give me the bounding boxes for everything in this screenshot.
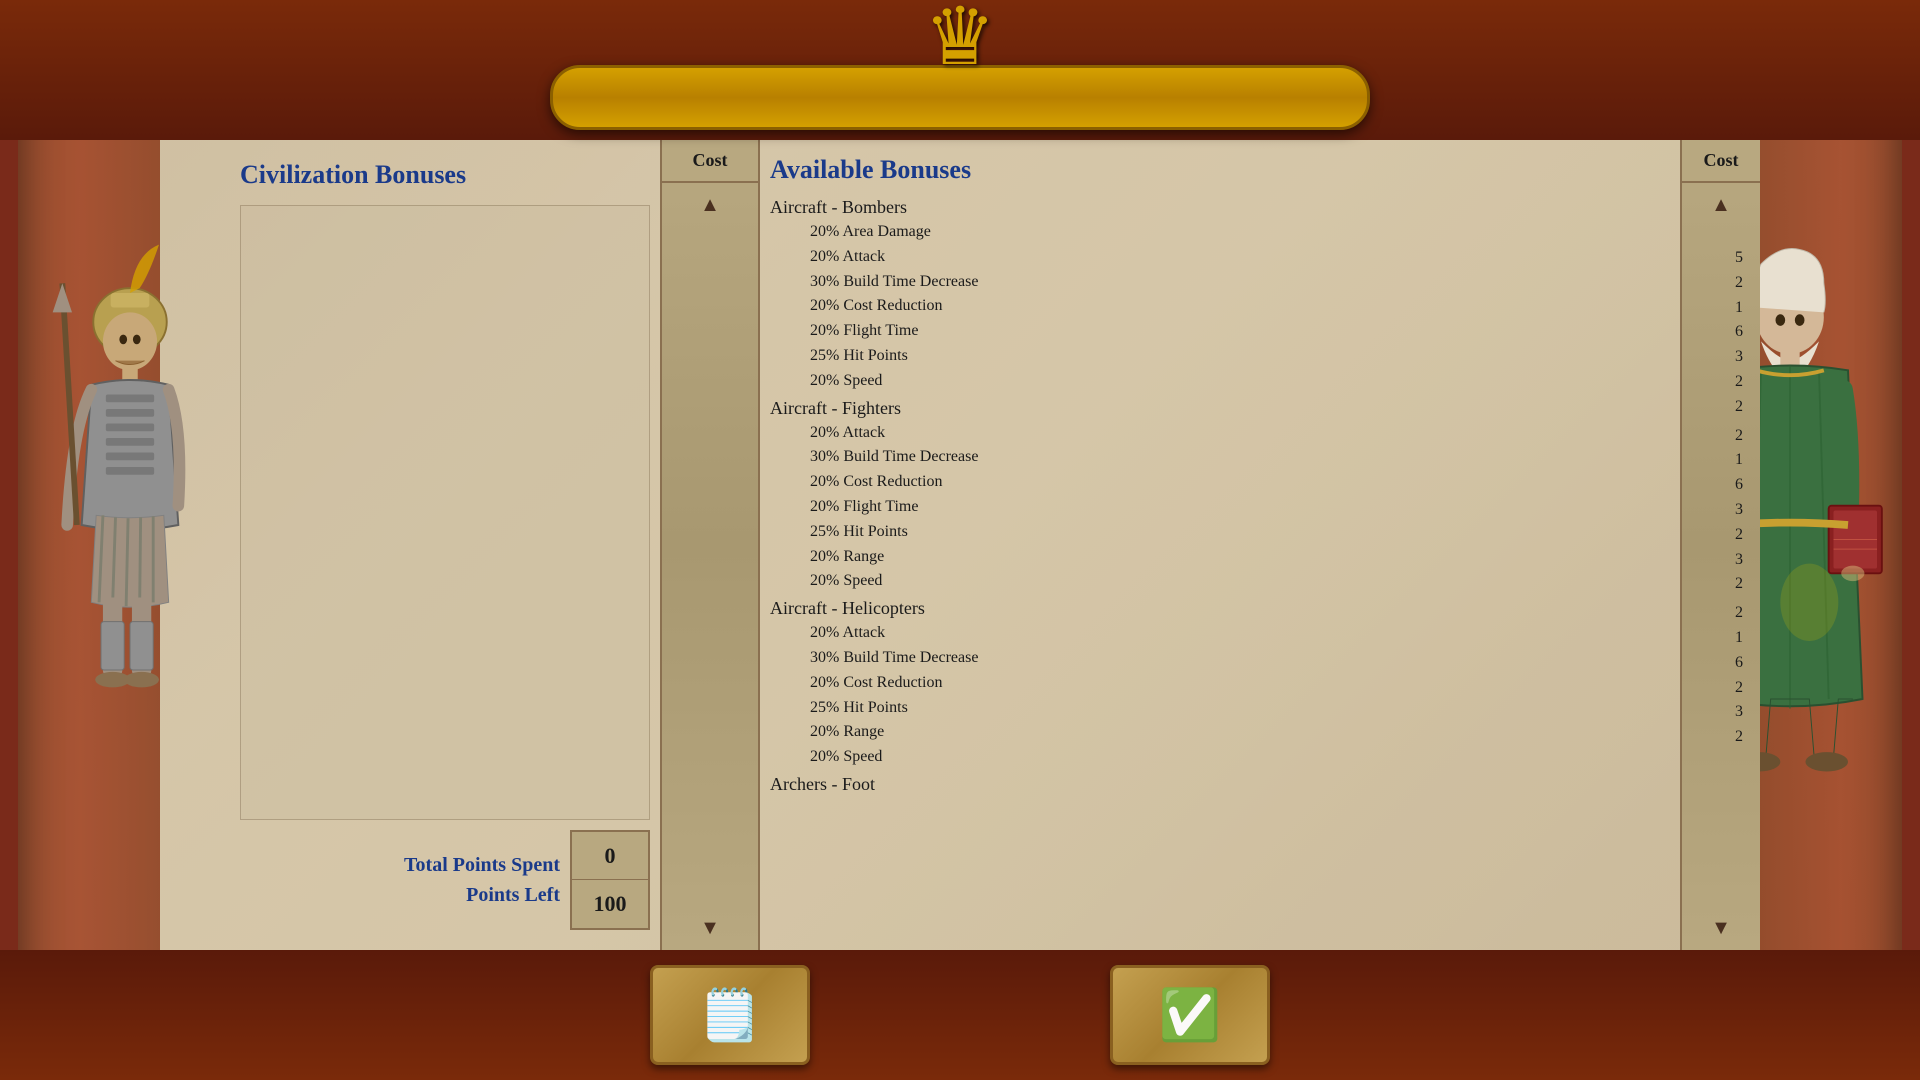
bonus-item[interactable]: 20% Attack [770,621,1670,646]
cancel-icon: 🗒️ [699,986,761,1045]
bonus-item[interactable]: 20% Attack [770,245,1670,270]
bonus-item[interactable]: 20% Cost Reduction [770,294,1670,319]
main-content: Civilization Bonuses Total Points Spent … [160,140,1760,950]
bottom-bar: 🗒️ ✅ [0,950,1920,1080]
bonus-item[interactable]: 25% Hit Points [770,696,1670,721]
bonus-item[interactable]: 20% Cost Reduction [770,671,1670,696]
bonus-category: Aircraft - Bombers20% Area Damage20% Att… [770,197,1670,394]
right-panel: Available Bonuses Aircraft - Bombers20% … [760,140,1760,950]
bonus-item[interactable]: 30% Build Time Decrease [770,270,1670,295]
cost-values-container: 52163222163232216232 [1682,227,1760,906]
cost-value: 2 [1687,370,1755,395]
bonus-item[interactable]: 20% Area Damage [770,220,1670,245]
cost-value: 2 [1687,676,1755,701]
cost-value: 2 [1687,424,1755,449]
category-name[interactable]: Archers - Foot [770,774,1670,795]
cost-value: 6 [1687,651,1755,676]
bonus-item[interactable]: 20% Speed [770,369,1670,394]
bonus-item[interactable]: 20% Cost Reduction [770,470,1670,495]
left-panel: Civilization Bonuses Total Points Spent … [160,140,660,950]
bonus-categories-container: Aircraft - Bombers20% Area Damage20% Att… [770,197,1670,795]
points-left-value: 100 [572,880,648,928]
bonus-item[interactable]: 20% Speed [770,745,1670,770]
top-bar: ♛ [0,0,1920,140]
cost-value: 1 [1687,296,1755,321]
cost-value: 5 [1687,246,1755,271]
middle-cost-panel: Cost ▲ ▼ [660,140,760,950]
bonus-item[interactable]: 20% Speed [770,569,1670,594]
points-values: 0 100 [570,830,650,930]
bonus-item[interactable]: 20% Attack [770,421,1670,446]
crown-icon: ♛ [924,0,996,84]
cost-value: 3 [1687,498,1755,523]
confirm-icon: ✅ [1159,986,1221,1045]
points-spent-label: Total Points Spent [404,850,560,880]
bonus-category: Aircraft - Helicopters20% Attack30% Buil… [770,598,1670,770]
bonus-item[interactable]: 30% Build Time Decrease [770,646,1670,671]
bonus-item[interactable]: 20% Range [770,545,1670,570]
points-left-label: Points Left [466,880,560,910]
points-spent-value: 0 [572,832,648,881]
civ-bonuses-title: Civilization Bonuses [240,160,650,190]
cost-value: 6 [1687,320,1755,345]
bonus-item[interactable]: 30% Build Time Decrease [770,445,1670,470]
points-section: Total Points Spent Points Left 0 100 [240,830,650,930]
right-scroll-down[interactable]: ▼ [1703,910,1739,946]
cost-value: 2 [1687,523,1755,548]
bonus-item[interactable]: 20% Flight Time [770,319,1670,344]
category-name[interactable]: Aircraft - Fighters [770,398,1670,419]
cost-value: 3 [1687,700,1755,725]
cost-value: 2 [1687,395,1755,420]
bonus-category: Aircraft - Fighters20% Attack30% Build T… [770,398,1670,595]
available-bonuses-title: Available Bonuses [770,155,1670,185]
bonus-item[interactable]: 20% Range [770,720,1670,745]
cost-value: 3 [1687,548,1755,573]
cost-value: 2 [1687,601,1755,626]
points-labels: Total Points Spent Points Left [240,830,570,930]
cost-value: 2 [1687,572,1755,597]
right-cost-header: Cost [1682,140,1760,183]
category-name[interactable]: Aircraft - Helicopters [770,598,1670,619]
right-scroll-up[interactable]: ▲ [1703,187,1739,223]
civ-bonuses-area[interactable] [240,205,650,820]
cost-value: 6 [1687,473,1755,498]
middle-cost-header: Cost [662,140,758,183]
category-name[interactable]: Aircraft - Bombers [770,197,1670,218]
cost-spacer [1687,750,1755,754]
cost-value: 1 [1687,448,1755,473]
confirm-button[interactable]: ✅ [1110,965,1270,1065]
bonus-category: Archers - Foot [770,774,1670,795]
bonuses-list-area[interactable]: Available Bonuses Aircraft - Bombers20% … [760,140,1680,950]
cost-value: 2 [1687,725,1755,750]
cost-value: 3 [1687,345,1755,370]
right-cost-column: Cost ▲ 52163222163232216232 ▼ [1680,140,1760,950]
bonus-item[interactable]: 20% Flight Time [770,495,1670,520]
bonus-item[interactable]: 25% Hit Points [770,520,1670,545]
bonus-item[interactable]: 25% Hit Points [770,344,1670,369]
cost-value: 1 [1687,626,1755,651]
cost-value: 2 [1687,271,1755,296]
cancel-button[interactable]: 🗒️ [650,965,810,1065]
scroll-up-arrow[interactable]: ▲ [692,187,728,223]
scroll-down-arrow[interactable]: ▼ [692,910,728,946]
